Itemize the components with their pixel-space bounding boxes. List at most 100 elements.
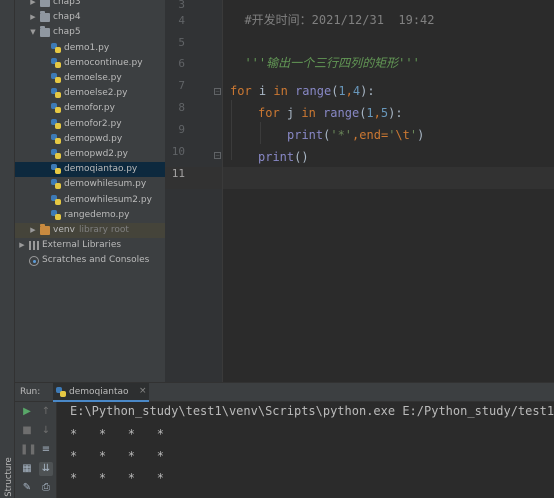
tree-item-demo1-py[interactable]: demo1.py xyxy=(15,41,165,56)
code-line-7: for i in range(1,4): xyxy=(230,84,375,98)
folder-icon xyxy=(40,224,50,235)
structure-tool-tab[interactable]: Structure xyxy=(1,457,14,497)
builtin-range: range xyxy=(323,106,360,120)
tree-item-external-libraries[interactable]: ▶ External Libraries xyxy=(15,238,165,253)
line-number current: 11 xyxy=(171,167,185,180)
chevron-right-icon[interactable]: ▶ xyxy=(28,10,38,25)
python-file-icon xyxy=(51,209,61,221)
keyword-for: for xyxy=(230,84,252,98)
library-icon xyxy=(29,241,39,251)
code-line-10: print() xyxy=(258,150,309,164)
tree-item-label: demoelse2.py xyxy=(64,88,128,99)
tree-item-rangedemo-py[interactable]: rangedemo.py xyxy=(15,208,165,223)
console-command-line: E:\Python_study\test1\venv\Scripts\pytho… xyxy=(70,404,554,418)
line-number: 7 xyxy=(178,79,185,92)
code-paren: () xyxy=(294,150,309,164)
line-number: 8 xyxy=(178,101,185,114)
line-number: 6 xyxy=(178,57,185,70)
code-line-9: print('*',end='\t') xyxy=(287,128,424,142)
run-panel-header: Run: demoqiantao × xyxy=(15,382,554,402)
chevron-right-icon[interactable]: ▶ xyxy=(28,223,38,238)
scroll-up-icon[interactable]: ↑ xyxy=(39,405,53,419)
tree-item-label: Scratches and Consoles xyxy=(42,255,150,266)
python-file-icon xyxy=(51,103,61,114)
stop-icon[interactable]: ■ xyxy=(20,424,34,438)
run-toolbar: ▶ ↑ ■ ↓ ❚❚ ≡ ▦ ⇊ ✎ ⎙ xyxy=(15,402,57,498)
close-icon[interactable]: × xyxy=(139,386,147,396)
tree-item-label: demopwd.py xyxy=(64,133,123,144)
tree-item-demoelse2-py[interactable]: demoelse2.py xyxy=(15,86,165,101)
line-number: 10 xyxy=(171,145,185,158)
code-line-3: #开发时间：2021/12/31 19:42 xyxy=(230,0,434,28)
code-string: '*' xyxy=(330,128,353,142)
tree-item-label: demo1.py xyxy=(64,42,110,53)
tree-item-label: chap5 xyxy=(53,27,81,38)
tree-item-label: chap3 xyxy=(53,0,81,7)
folder-icon xyxy=(40,0,50,7)
tree-item-label: External Libraries xyxy=(42,240,122,251)
tree-item-label: demowhilesum2.py xyxy=(64,194,152,205)
code-paren: ): xyxy=(360,84,375,98)
print-icon[interactable]: ⎙ xyxy=(39,481,53,495)
console-output-line: * * * * xyxy=(70,427,164,441)
tree-item-venv[interactable]: ▶ venv library root xyxy=(15,223,165,238)
code-paren: ) xyxy=(417,128,425,142)
line-number: 4 xyxy=(178,14,185,27)
tree-item-demopwd2-py[interactable]: demopwd2.py xyxy=(15,147,165,162)
scratches-icon xyxy=(29,256,39,267)
structure-tab-label: Structure xyxy=(3,457,14,497)
keyword-in: in xyxy=(273,84,288,98)
chevron-right-icon[interactable]: ▶ xyxy=(28,0,38,10)
python-file-icon xyxy=(51,73,61,84)
tree-item-demofor-py[interactable]: demofor.py xyxy=(15,101,165,116)
scroll-down-icon[interactable]: ↓ xyxy=(39,424,53,438)
tree-item-chap4[interactable]: ▶ chap4 xyxy=(15,10,165,25)
project-tree: ▶ chap3 ▶ chap4 ▼ chap5 demo1.py democontinue.p… xyxy=(15,0,165,382)
tree-item-label: chap4 xyxy=(53,12,81,23)
tree-item-demopwd-py[interactable]: demopwd.py xyxy=(15,132,165,147)
run-tab-label: demoqiantao xyxy=(69,387,129,397)
tree-item-label: rangedemo.py xyxy=(64,209,130,220)
chevron-down-icon[interactable]: ▼ xyxy=(28,25,38,40)
pause-icon[interactable]: ❚❚ xyxy=(20,443,37,457)
run-tab[interactable]: demoqiantao × xyxy=(53,383,149,402)
fold-marker-icon[interactable]: − xyxy=(214,152,221,159)
code-kwarg: end= xyxy=(359,128,389,142)
tree-item-demowhilesum2-py[interactable]: demowhilesum2.py xyxy=(15,193,165,208)
tree-item-label: demoelse.py xyxy=(64,73,122,83)
pin-icon[interactable]: ✎ xyxy=(20,481,34,495)
code-escape: \t xyxy=(395,128,410,142)
python-file-icon xyxy=(51,133,61,145)
tree-item-demofor2-py[interactable]: demofor2.py xyxy=(15,117,165,132)
python-file-icon xyxy=(51,194,61,206)
tree-item-label: demowhilesum.py xyxy=(64,179,147,190)
tree-item-chap3[interactable]: ▶ chap3 xyxy=(15,0,165,10)
scroll-to-end-icon[interactable]: ⇊ xyxy=(39,462,53,476)
tree-item-demoelse-py[interactable]: demoelse.py xyxy=(15,71,165,86)
code-number: 1 xyxy=(338,84,346,98)
tree-item-demoqiantao-py[interactable]: demoqiantao.py xyxy=(15,162,165,178)
code-var: j xyxy=(279,106,302,120)
tree-item-label: demoqiantao.py xyxy=(64,164,138,175)
line-number: 3 xyxy=(178,0,185,11)
python-file-icon xyxy=(56,387,66,398)
layout-icon[interactable]: ▦ xyxy=(20,462,34,476)
left-tool-strip: Structure xyxy=(0,0,15,498)
folder-icon xyxy=(40,11,50,23)
python-file-icon xyxy=(51,57,61,69)
soft-wrap-icon[interactable]: ≡ xyxy=(39,443,53,457)
rerun-icon[interactable]: ▶ xyxy=(20,405,34,419)
tree-item-scratches-and-consoles[interactable]: Scratches and Consoles xyxy=(15,253,165,268)
line-number: 9 xyxy=(178,123,185,136)
chevron-right-icon[interactable]: ▶ xyxy=(17,238,27,253)
tree-item-demowhilesum-py[interactable]: demowhilesum.py xyxy=(15,177,165,192)
tree-item-sublabel: library root xyxy=(79,225,129,235)
python-file-icon xyxy=(51,42,61,54)
tree-item-democontinue-py[interactable]: democontinue.py xyxy=(15,56,165,71)
builtin-print: print xyxy=(287,128,324,142)
code-number: 1 xyxy=(366,106,374,120)
fold-marker-icon[interactable]: − xyxy=(214,88,221,95)
tree-item-chap5[interactable]: ▼ chap5 xyxy=(15,25,165,40)
